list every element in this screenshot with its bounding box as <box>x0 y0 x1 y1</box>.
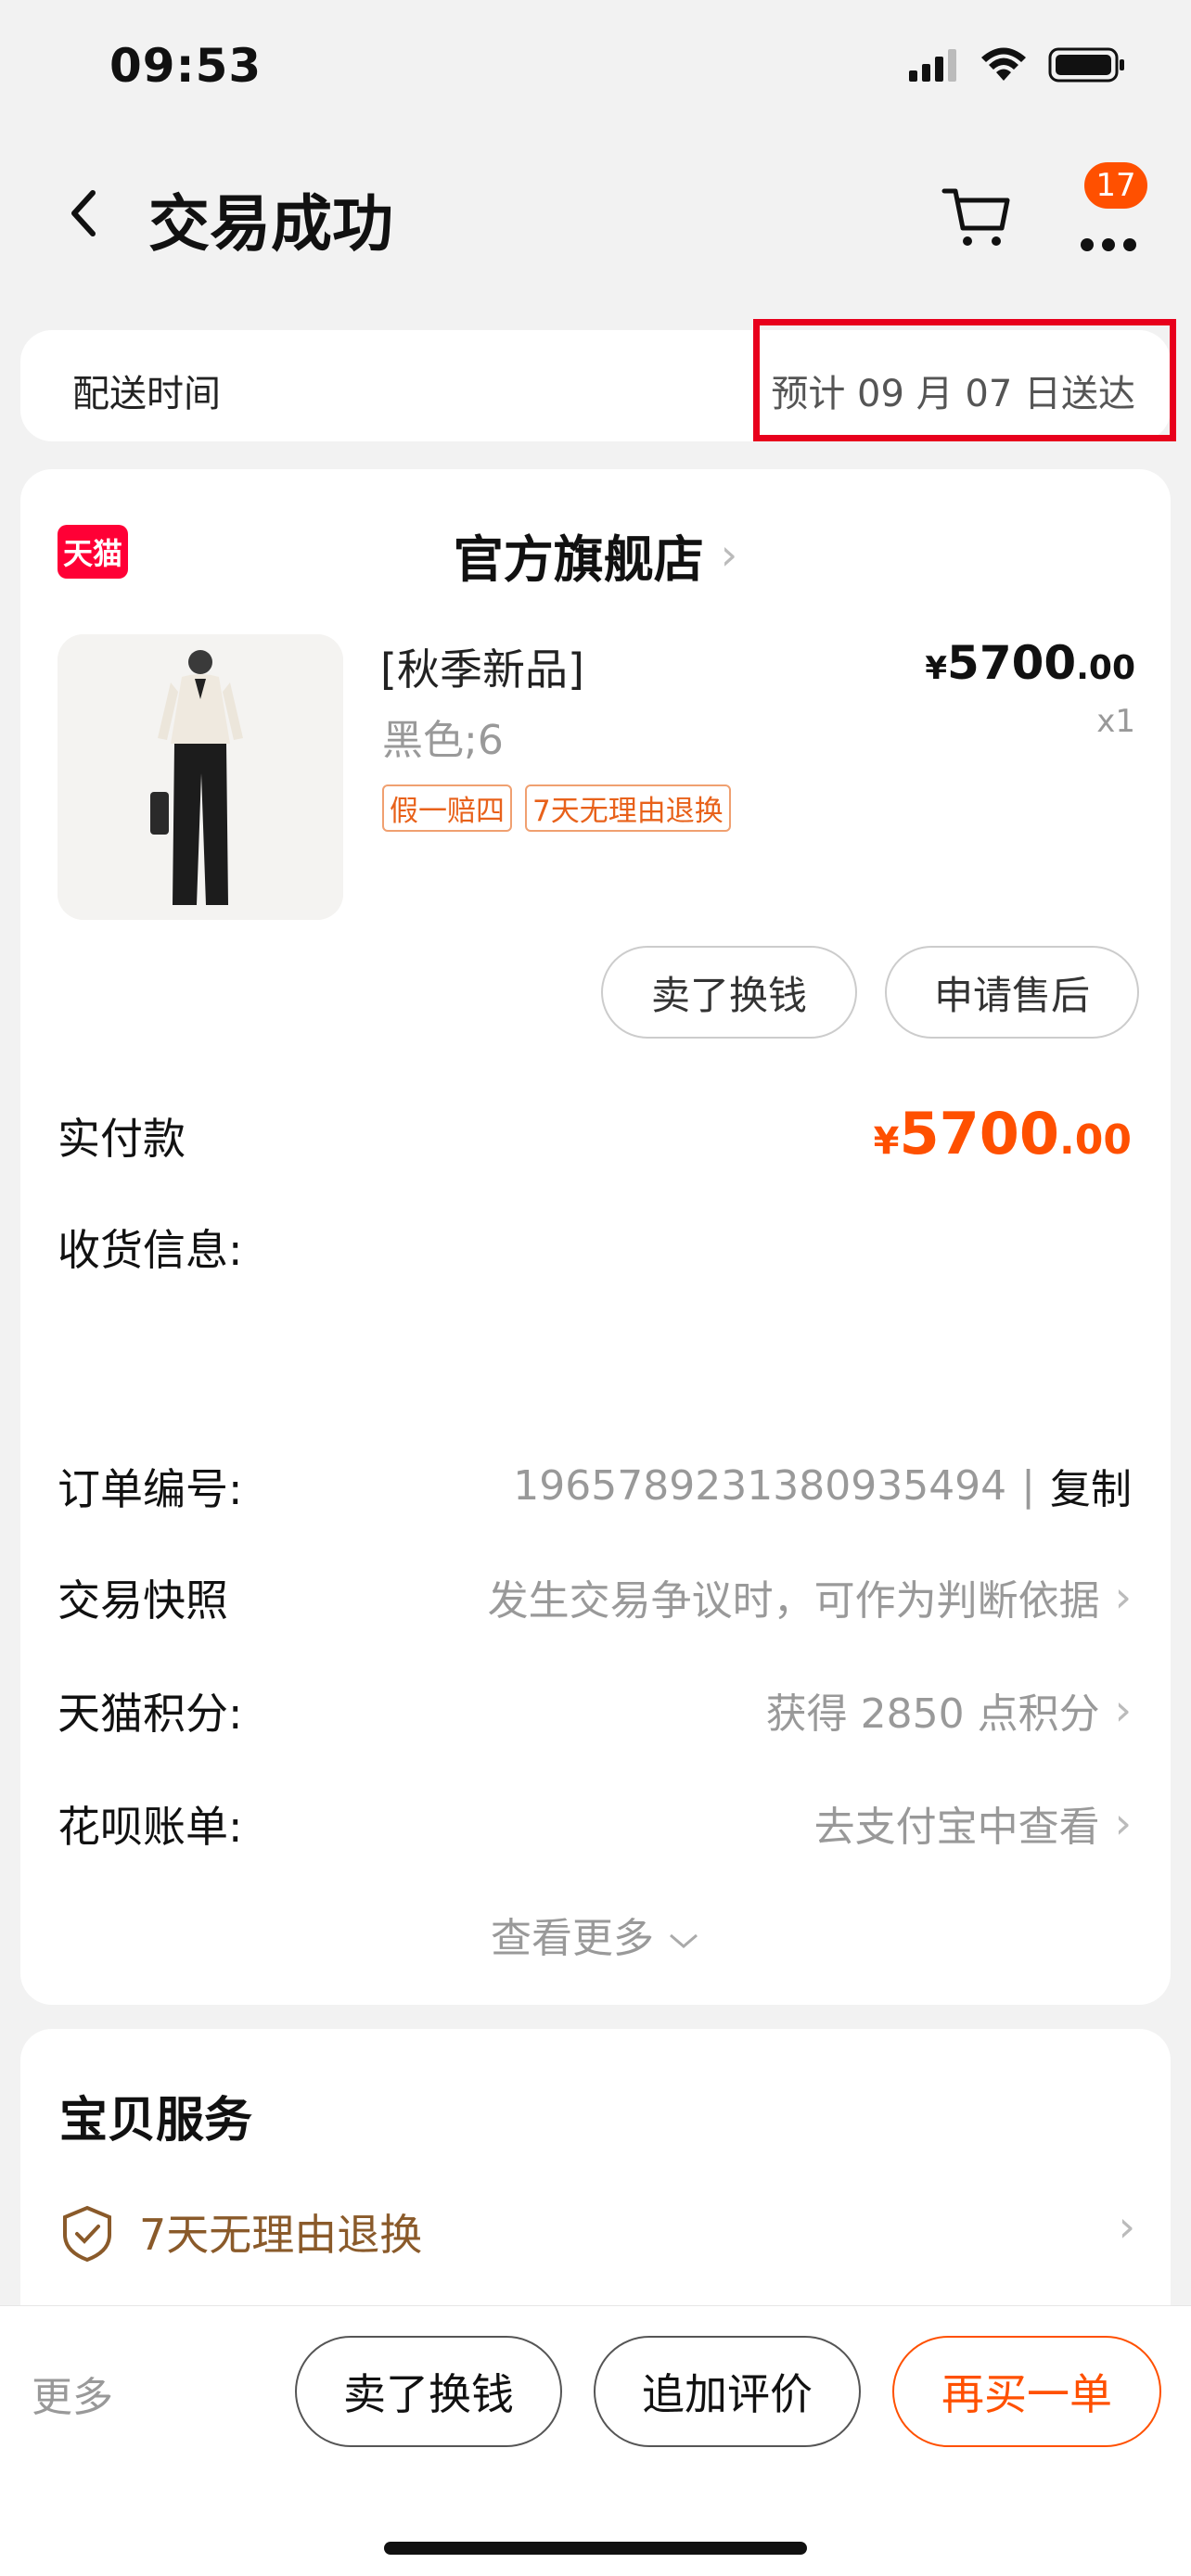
sell-for-cash-button-bottom[interactable]: 卖了换钱 <box>295 2336 562 2447</box>
status-bar: 09:53 <box>0 0 1191 130</box>
wifi-icon <box>981 47 1026 81</box>
snapshot-row[interactable]: 发生交易争议时，可作为判断依据 › <box>488 1567 1132 1626</box>
shield-check-icon <box>63 2205 111 2263</box>
product-price: ¥5700.00 <box>925 636 1135 690</box>
battery-icon <box>1048 47 1124 83</box>
service-7day-return[interactable]: 7天无理由退换 <box>139 2201 422 2263</box>
nav-bar: 交易成功 <box>0 139 1191 287</box>
snapshot-value: 发生交易争议时，可作为判断依据 <box>487 1577 1100 1625</box>
points-value: 获得 2850 点积分 <box>765 1690 1100 1738</box>
product-price-int: 5700 <box>947 636 1077 690</box>
order-number: 1965789231380935494 <box>513 1461 1007 1510</box>
see-more-label: 查看更多 <box>491 1915 654 1962</box>
shipping-info-label: 收货信息: <box>58 1225 243 1275</box>
shop-link[interactable]: 官方旗舰店 › <box>20 517 1171 592</box>
paid-int: 5700 <box>899 1100 1060 1167</box>
notification-badge: 17 <box>1082 159 1150 211</box>
bottom-action-bar: 更多 卖了换钱 追加评价 再买一单 <box>0 2305 1191 2576</box>
product-tags: 假一赔四 7天无理由退换 <box>382 784 731 832</box>
add-review-button[interactable]: 追加评价 <box>594 2336 861 2447</box>
home-indicator <box>384 2542 807 2555</box>
snapshot-label: 交易快照 <box>58 1575 228 1626</box>
sell-for-cash-button[interactable]: 卖了换钱 <box>601 946 857 1039</box>
copy-button[interactable]: 复制 <box>1050 1456 1132 1515</box>
chevron-right-icon: › <box>720 529 738 580</box>
after-sales-button[interactable]: 申请售后 <box>885 946 1139 1039</box>
page-title: 交易成功 <box>148 188 393 260</box>
order-number-row: 1965789231380935494 | 复制 <box>513 1456 1132 1515</box>
tag-7day-return: 7天无理由退换 <box>525 784 731 832</box>
chevron-right-icon: › <box>1118 2201 1135 2251</box>
buy-again-button[interactable]: 再买一单 <box>892 2336 1161 2447</box>
paid-amount: ¥5700.00 <box>874 1100 1132 1167</box>
chevron-right-icon: › <box>1114 1685 1132 1735</box>
chevron-down-icon <box>670 1933 698 1948</box>
product-photo <box>58 634 343 920</box>
status-icons <box>907 46 1126 83</box>
back-button[interactable] <box>46 176 121 250</box>
product-price-dec: .00 <box>1076 649 1135 687</box>
product-title[interactable]: [秋季新品] <box>380 636 584 697</box>
paid-currency: ¥ <box>873 1120 900 1163</box>
chevron-left-icon <box>71 190 96 236</box>
status-time: 09:53 <box>109 39 263 93</box>
separator: | <box>1021 1461 1035 1510</box>
huabei-value: 去支付宝中查看 <box>813 1804 1100 1851</box>
huabei-label: 花呗账单: <box>58 1802 243 1852</box>
huabei-row[interactable]: 去支付宝中查看 › <box>814 1793 1132 1853</box>
cart-button[interactable] <box>937 174 1017 254</box>
points-row[interactable]: 获得 2850 点积分 › <box>766 1680 1132 1740</box>
highlight-box <box>753 319 1176 441</box>
chevron-right-icon: › <box>1114 1798 1132 1848</box>
product-quantity: x1 <box>1096 703 1135 740</box>
product-sku: 黑色;6 <box>382 717 504 764</box>
service-card: 宝贝服务 7天无理由退换 › <box>20 2029 1171 2335</box>
chevron-right-icon: › <box>1114 1572 1132 1622</box>
product-image[interactable] <box>58 634 343 920</box>
product-price-currency: ¥ <box>925 650 948 687</box>
paid-label: 实付款 <box>58 1114 186 1164</box>
delivery-label: 配送时间 <box>72 373 221 415</box>
points-label: 天猫积分: <box>58 1689 243 1739</box>
service-title: 宝贝服务 <box>59 2093 253 2149</box>
order-card: 天猫 官方旗舰店 › [秋季新品] 黑色;6 假一赔四 7天无理由退换 ¥570… <box>20 469 1171 2005</box>
tag-fake-compensation: 假一赔四 <box>382 784 512 832</box>
shop-name: 官方旗舰店 <box>453 529 704 589</box>
see-more-button[interactable]: 查看更多 <box>20 1905 1171 1964</box>
paid-dec: .00 <box>1059 1116 1132 1164</box>
order-number-label: 订单编号: <box>58 1464 243 1514</box>
more-button[interactable]: 更多 <box>32 2364 113 2423</box>
cart-icon <box>941 188 1010 246</box>
signal-icon <box>909 49 956 82</box>
